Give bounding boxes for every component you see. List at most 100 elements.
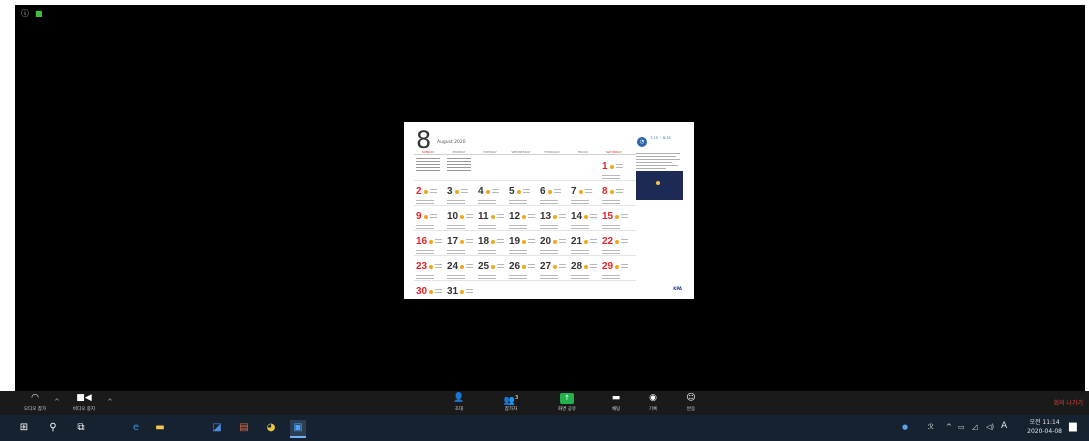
weather-sun-icon <box>460 240 464 244</box>
input-method-indicator[interactable]: A <box>1001 421 1007 431</box>
weekday-header: FRIDAY <box>577 150 589 154</box>
calendar-day: 5 <box>509 186 515 197</box>
clock-date: 2020-04-08 <box>1027 428 1062 435</box>
day-event-line <box>478 203 496 204</box>
lock-icon[interactable]: ■ <box>35 10 43 18</box>
day-note-line <box>585 192 592 193</box>
weather-sun-icon <box>522 215 526 219</box>
video-options-chevron-icon[interactable]: ^ <box>107 398 113 406</box>
day-note-line <box>590 267 597 268</box>
mini-calendar <box>416 158 444 178</box>
weather-sun-icon <box>486 190 490 194</box>
calendar-day: 24 <box>447 261 459 272</box>
calendar-day: 16 <box>416 236 428 247</box>
day-note-line <box>435 239 442 240</box>
stop-video-button[interactable]: ■◀ 비디오 중지 <box>64 393 104 412</box>
chat-button[interactable]: ▬ 채팅 <box>603 393 629 412</box>
notification-icon[interactable]: ▆ <box>1069 421 1081 433</box>
internet-explorer-icon[interactable]: e <box>128 420 144 436</box>
day-event-line <box>602 225 620 226</box>
day-note-line <box>559 239 566 240</box>
day-event-line <box>478 275 496 276</box>
weekday-header: SATURDAY <box>606 150 622 154</box>
document-app-icon[interactable]: ▤ <box>236 420 252 436</box>
day-event-line <box>602 200 620 201</box>
calendar-day: 15 <box>602 211 614 222</box>
reactions-label: 반응 <box>686 407 696 412</box>
invite-label: 초대 <box>454 407 464 412</box>
week-divider <box>414 230 636 231</box>
calendar-day: 2 <box>416 186 422 197</box>
file-explorer-icon[interactable]: ▬ <box>152 420 168 436</box>
reactions-button[interactable]: ☺ 반응 <box>678 393 704 412</box>
participants-button[interactable]: 👥3 참가자 <box>494 393 528 412</box>
calendar-day: 7 <box>571 186 577 197</box>
invite-button[interactable]: 👤 초대 <box>444 393 474 412</box>
day-note-line <box>466 264 473 265</box>
day-note-line <box>559 267 566 268</box>
leave-meeting-button[interactable]: 회의 나가기 <box>1053 398 1083 407</box>
week-divider <box>414 180 636 181</box>
weather-sun-icon <box>491 215 495 219</box>
day-event-line <box>478 228 496 229</box>
people-icon[interactable]: ℛ <box>928 423 934 431</box>
day-event-line <box>416 203 434 204</box>
chrome-icon[interactable]: ◕ <box>263 420 279 436</box>
day-event-line <box>602 175 620 176</box>
audio-options-chevron-icon[interactable]: ^ <box>54 398 60 406</box>
calendar-day: 19 <box>509 236 521 247</box>
day-note-line <box>528 242 535 243</box>
join-audio-label: 오디오 참가 <box>23 407 47 412</box>
day-event-line <box>447 250 465 251</box>
weather-sun-icon <box>429 265 433 269</box>
day-note-line <box>466 242 473 243</box>
share-screen-button[interactable]: ↑ 화면 공유 <box>548 393 586 412</box>
search-icon[interactable]: ⚲ <box>45 420 61 436</box>
day-event-line <box>416 278 434 279</box>
day-note-line <box>430 192 437 193</box>
day-note-line <box>590 214 597 215</box>
day-note-line <box>621 264 628 265</box>
network-icon[interactable]: ◿ <box>972 423 977 431</box>
weekday-header: MONDAY <box>452 150 466 154</box>
weather-sun-icon <box>429 290 433 294</box>
weather-sun-icon <box>553 265 557 269</box>
weather-sun-icon <box>455 190 459 194</box>
day-event-line <box>540 225 558 226</box>
paint-app-icon[interactable]: ◪ <box>209 420 225 436</box>
day-event-line <box>540 203 558 204</box>
calendar-day: 27 <box>540 261 552 272</box>
meeting-info-icons: ⓘ ■ <box>21 10 43 18</box>
tray-overflow-chevron-icon[interactable]: ^ <box>946 423 952 431</box>
day-event-line <box>416 275 434 276</box>
day-note-line <box>523 189 530 190</box>
zoom-app-icon[interactable]: ▣ <box>290 420 306 438</box>
task-view-icon[interactable]: ⧉ <box>73 420 89 436</box>
day-note-line <box>430 189 437 190</box>
stop-video-label: 비디오 중지 <box>72 407 96 412</box>
calendar-day: 9 <box>416 211 422 222</box>
join-audio-button[interactable]: ◠ 오디오 참가 <box>15 393 55 412</box>
calendar-day: 30 <box>416 286 428 297</box>
battery-icon[interactable]: ▭ <box>958 423 965 431</box>
clock-time: 오전 11:14 <box>1029 419 1060 426</box>
record-button[interactable]: ◉ 기록 <box>640 393 666 412</box>
taskbar-clock[interactable]: 오전 11:14 2020-04-08 <box>1027 418 1062 436</box>
weather-sun-icon <box>584 215 588 219</box>
day-event-line <box>447 278 465 279</box>
start-button[interactable]: ⊞ <box>16 420 32 436</box>
week-divider <box>414 255 636 256</box>
day-event-line <box>509 278 527 279</box>
calendar-day: 28 <box>571 261 583 272</box>
day-note-line <box>621 217 628 218</box>
day-note-line <box>585 189 592 190</box>
tray-app-icon[interactable]: ● <box>902 423 908 431</box>
calendar-day: 23 <box>416 261 428 272</box>
participants-label: 참가자 <box>504 407 518 412</box>
calendar-day: 22 <box>602 236 614 247</box>
day-event-line <box>571 200 589 201</box>
info-icon[interactable]: ⓘ <box>21 10 29 18</box>
volume-icon[interactable]: ◁) <box>986 423 994 431</box>
day-event-line <box>602 228 620 229</box>
chat-icon: ▬ <box>611 393 621 403</box>
